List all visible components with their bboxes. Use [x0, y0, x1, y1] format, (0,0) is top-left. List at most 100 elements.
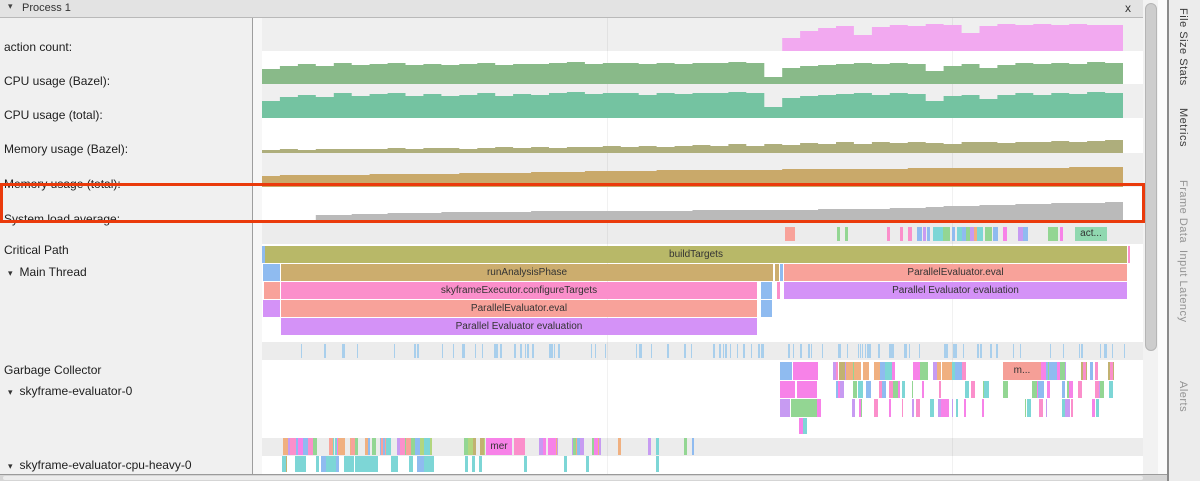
- counter-chart[interactable]: [262, 189, 1123, 222]
- trace-slice[interactable]: buildTargets: [265, 246, 1127, 263]
- trace-slice[interactable]: [761, 300, 772, 317]
- critical-path-tick[interactable]: [933, 227, 943, 241]
- trace-slice[interactable]: [777, 282, 780, 299]
- trace-slice[interactable]: [263, 264, 280, 281]
- trace-tick: [527, 344, 529, 358]
- trace-tick: [355, 456, 360, 472]
- trace-tick: [1104, 344, 1106, 358]
- trace-slice[interactable]: ParallelEvaluator.eval: [281, 300, 757, 317]
- trace-tick: [326, 456, 329, 472]
- trace-tick: [468, 438, 473, 455]
- trace-tick: [651, 344, 652, 358]
- critical-path-tick[interactable]: [927, 227, 930, 241]
- trace-slice[interactable]: [263, 300, 280, 317]
- critical-path-tick[interactable]: [900, 227, 903, 241]
- trace-slice[interactable]: ParallelEvaluator.eval: [784, 264, 1127, 281]
- critical-path-tick[interactable]: [1048, 227, 1058, 241]
- horizontal-scrollbar[interactable]: [0, 474, 1167, 481]
- trace-tick: [1071, 399, 1073, 417]
- trace-slice[interactable]: skyframeExecutor.configureTargets: [281, 282, 757, 299]
- trace-tick: [338, 438, 345, 455]
- trace-tick: [564, 456, 567, 472]
- timeline-canvas[interactable]: act... buildTargetsrunAnalysisPhase Parall…: [262, 18, 1143, 474]
- critical-path-tick[interactable]: [837, 227, 840, 241]
- trace-slice[interactable]: m...: [1003, 362, 1041, 380]
- critical-path-tick[interactable]: [908, 227, 912, 241]
- critical-path-tick[interactable]: [1023, 227, 1028, 241]
- trace-tick: [801, 344, 802, 358]
- trace-tick: [982, 399, 984, 417]
- trace-slice[interactable]: Parallel Evaluator evaluation: [281, 318, 757, 335]
- counter-chart[interactable]: [262, 120, 1123, 153]
- trace-tick: [316, 456, 319, 472]
- sidebar-tab-file-size-stats[interactable]: File Size Stats: [1177, 8, 1189, 86]
- sidebar-tab-frame-data[interactable]: Frame Data: [1177, 180, 1189, 243]
- counter-chart[interactable]: [262, 86, 1123, 118]
- trace-tick: [472, 456, 475, 472]
- trace-slice[interactable]: [780, 264, 783, 281]
- vertical-scrollbar[interactable]: [1143, 0, 1158, 474]
- trace-slice[interactable]: runAnalysisPhase: [281, 264, 773, 281]
- trace-tick: [656, 438, 659, 455]
- trace-tick: [962, 362, 966, 380]
- critical-path-tick[interactable]: [993, 227, 998, 241]
- track-label[interactable]: ▾skyframe-evaluator-cpu-heavy-0: [8, 458, 192, 472]
- thread-collapse-icon[interactable]: ▾: [8, 461, 13, 471]
- critical-path-tick[interactable]: [785, 227, 795, 241]
- counter-chart[interactable]: [262, 53, 1123, 84]
- critical-path-tick[interactable]: [887, 227, 890, 241]
- trace-tick: [793, 344, 794, 358]
- trace-slice[interactable]: mer: [486, 438, 512, 455]
- critical-path-tick[interactable]: [1060, 227, 1063, 241]
- trace-tick: [283, 438, 288, 455]
- critical-path-tick[interactable]: [917, 227, 922, 241]
- trace-tick: [763, 344, 764, 358]
- trace-tick: [902, 381, 905, 398]
- trace-tick: [902, 399, 903, 417]
- vertical-scrollbar-thumb[interactable]: [1145, 3, 1157, 351]
- row-background: [262, 222, 1143, 244]
- trace-tick: [882, 381, 886, 398]
- trace-tick: [780, 399, 790, 417]
- close-icon[interactable]: x: [1125, 1, 1131, 15]
- horizontal-scrollbar-thumb[interactable]: [3, 476, 1143, 480]
- thread-collapse-icon[interactable]: ▾: [8, 387, 13, 397]
- track-label: CPU usage (Bazel):: [4, 74, 110, 88]
- critical-path-tick[interactable]: [1003, 227, 1007, 241]
- sidebar-tab-metrics[interactable]: Metrics: [1177, 108, 1189, 147]
- trace-tick: [1006, 381, 1008, 398]
- trace-slice[interactable]: [775, 264, 779, 281]
- sidebar-tab-alerts[interactable]: Alerts: [1177, 381, 1189, 412]
- thread-collapse-icon[interactable]: ▾: [8, 268, 13, 278]
- trace-tick: [906, 344, 907, 358]
- trace-tick: [372, 438, 376, 455]
- trace-tick: [719, 344, 721, 358]
- trace-tick: [1095, 381, 1099, 398]
- trace-tick: [442, 344, 443, 358]
- trace-slice[interactable]: Parallel Evaluator evaluation: [784, 282, 1127, 299]
- critical-path-slice[interactable]: act...: [1075, 227, 1107, 241]
- counter-chart[interactable]: [262, 20, 1123, 51]
- track-label[interactable]: ▾Main Thread: [8, 265, 87, 279]
- trace-slice[interactable]: [761, 282, 772, 299]
- critical-path-tick[interactable]: [845, 227, 848, 241]
- counter-chart[interactable]: [262, 155, 1123, 187]
- trace-slice[interactable]: [264, 282, 280, 299]
- trace-tick: [866, 381, 871, 398]
- sidebar-tab-input-latency[interactable]: Input Latency: [1177, 250, 1189, 323]
- critical-path-tick[interactable]: [943, 227, 950, 241]
- collapse-arrow-icon[interactable]: ▾: [8, 1, 13, 12]
- track-gutter: [253, 18, 262, 474]
- trace-tick: [874, 362, 878, 380]
- trace-tick: [840, 381, 844, 398]
- trace-tick: [874, 399, 878, 417]
- critical-path-tick[interactable]: [923, 227, 926, 241]
- trace-slice[interactable]: [1128, 246, 1130, 263]
- critical-path-tick[interactable]: [952, 227, 955, 241]
- critical-path-tick[interactable]: [985, 227, 992, 241]
- track-label[interactable]: ▾skyframe-evaluator-0: [8, 384, 132, 398]
- trace-tick: [1049, 362, 1052, 380]
- trace-tick: [475, 344, 476, 358]
- critical-path-tick[interactable]: [977, 227, 983, 241]
- process-header[interactable]: ▾ Process 1 x: [0, 0, 1143, 18]
